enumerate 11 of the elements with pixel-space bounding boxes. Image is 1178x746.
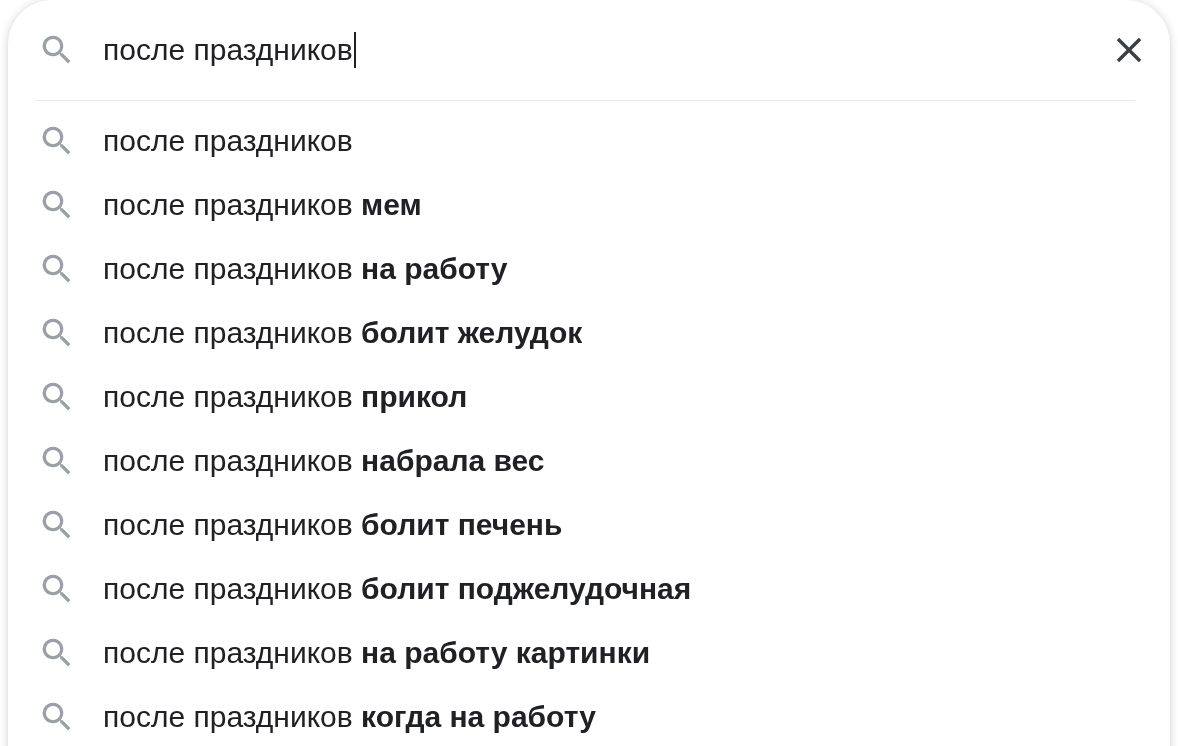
suggestion-item[interactable]: после праздников на работу <box>8 237 1170 301</box>
suggestion-item[interactable]: после праздников болит поджелудочная <box>8 557 1170 621</box>
suggestion-item[interactable]: после праздников мем <box>8 173 1170 237</box>
suggestion-item[interactable]: после праздников болит желудок <box>8 301 1170 365</box>
suggestion-item[interactable]: после праздников набрала вес <box>8 429 1170 493</box>
suggestion-item[interactable]: после праздников прикол <box>8 365 1170 429</box>
suggestion-item[interactable]: после праздников когда на работу <box>8 685 1170 746</box>
suggestion-item[interactable]: после праздников на работу картинки <box>8 621 1170 685</box>
search-field[interactable]: после праздников <box>103 32 1108 68</box>
suggestion-item[interactable]: после праздников болит печень <box>8 493 1170 557</box>
suggestion-item[interactable]: после праздников <box>8 109 1170 173</box>
